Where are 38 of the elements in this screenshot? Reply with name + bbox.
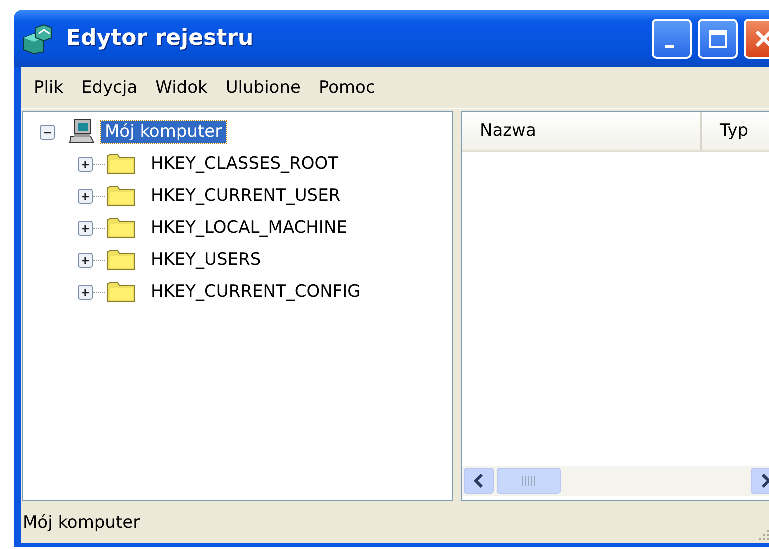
expand-button[interactable]: [78, 252, 93, 268]
folder-icon: [107, 184, 137, 208]
folder-icon: [107, 216, 137, 240]
status-text: Mój komputer: [23, 513, 140, 533]
expand-button[interactable]: [78, 188, 93, 204]
scroll-left-button[interactable]: [464, 468, 494, 494]
expand-button[interactable]: [78, 220, 93, 236]
folder-icon: [107, 280, 137, 304]
menu-item[interactable]: Widok: [146, 74, 217, 102]
menu-item[interactable]: Ulubione: [216, 74, 310, 102]
window-title: Edytor rejestru: [66, 26, 255, 51]
resize-grip-icon[interactable]: [756, 527, 769, 541]
menu-item[interactable]: Edycja: [72, 74, 147, 102]
minimize-icon: [664, 45, 674, 48]
expand-button[interactable]: [78, 156, 93, 172]
tree-item[interactable]: HKEY_LOCAL_MACHINE: [147, 217, 352, 239]
cubes-icon: [22, 24, 54, 54]
horizontal-scrollbar[interactable]: [462, 466, 769, 496]
maximize-button[interactable]: [698, 18, 738, 58]
computer-icon: [69, 119, 95, 145]
tree-item[interactable]: HKEY_CURRENT_USER: [147, 185, 345, 207]
maximize-icon: [708, 28, 728, 48]
menu-item[interactable]: Plik: [25, 74, 73, 102]
chevron-right-icon: [760, 474, 769, 488]
tree-item[interactable]: Mój komputer: [101, 121, 226, 143]
tree-item[interactable]: HKEY_CLASSES_ROOT: [147, 153, 342, 175]
minimize-button[interactable]: [652, 18, 692, 58]
expand-button[interactable]: [78, 284, 93, 300]
collapse-button[interactable]: [40, 124, 55, 140]
column-header[interactable]: Typ: [702, 112, 749, 150]
scroll-thumb[interactable]: [497, 468, 561, 494]
folder-icon: [107, 152, 137, 176]
column-header[interactable]: Nazwa: [462, 112, 702, 150]
tree-item[interactable]: HKEY_USERS: [147, 249, 266, 271]
chevron-left-icon: [473, 474, 485, 488]
tree-item[interactable]: HKEY_CURRENT_CONFIG: [147, 281, 365, 303]
menu-item[interactable]: Pomoc: [310, 74, 384, 102]
folder-icon: [107, 248, 137, 272]
